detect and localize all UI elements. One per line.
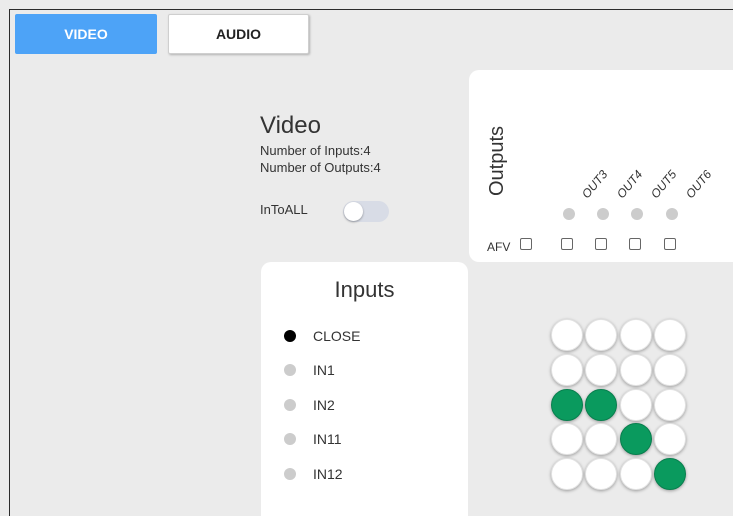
crosspoint-button[interactable] [620, 389, 652, 421]
crosspoint-button[interactable] [654, 423, 686, 455]
inputs-label: Inputs [334, 277, 395, 302]
intoall-toggle[interactable] [343, 201, 389, 222]
input-radio-dot [284, 330, 296, 342]
crosspoint-button[interactable] [551, 319, 583, 351]
input-label: IN2 [313, 397, 335, 413]
input-item-close[interactable]: CLOSE [284, 328, 360, 344]
crosspoint-button[interactable] [620, 423, 652, 455]
afv-label: AFV [487, 240, 511, 254]
afv-checkbox-out6[interactable] [664, 238, 676, 250]
crosspoint-button[interactable] [551, 389, 583, 421]
number-of-outputs-text: Number of Outputs:4 [260, 160, 381, 175]
crosspoint-button[interactable] [585, 354, 617, 386]
tab-audio[interactable]: AUDIO [168, 14, 309, 54]
afv-checkbox-out4[interactable] [595, 238, 607, 250]
input-label: IN12 [313, 466, 343, 482]
crosspoint-button[interactable] [654, 354, 686, 386]
afv-checkbox-out5[interactable] [629, 238, 641, 250]
crosspoint-button[interactable] [551, 354, 583, 386]
crosspoint-button[interactable] [620, 458, 652, 490]
crosspoint-button[interactable] [620, 319, 652, 351]
toggle-knob [344, 202, 363, 221]
output-status-dot [631, 208, 643, 220]
input-item-in11[interactable]: IN11 [284, 431, 342, 447]
number-of-inputs-text: Number of Inputs:4 [260, 143, 371, 158]
crosspoint-button[interactable] [654, 319, 686, 351]
input-label: CLOSE [313, 328, 361, 344]
input-item-in2[interactable]: IN2 [284, 397, 335, 413]
crosspoint-button[interactable] [585, 423, 617, 455]
output-status-dot [666, 208, 678, 220]
input-radio-dot [284, 364, 296, 376]
crosspoint-button[interactable] [654, 458, 686, 490]
output-status-dot [563, 208, 575, 220]
afv-all-checkbox[interactable] [520, 238, 532, 250]
input-label: IN1 [313, 362, 335, 378]
intoall-label: InToALL [260, 202, 308, 217]
input-radio-dot [284, 433, 296, 445]
input-item-in1[interactable]: IN1 [284, 362, 335, 378]
input-radio-dot [284, 399, 296, 411]
input-item-in12[interactable]: IN12 [284, 466, 343, 482]
crosspoint-button[interactable] [620, 354, 652, 386]
section-title: Video [260, 112, 321, 139]
tab-video[interactable]: VIDEO [15, 14, 157, 54]
crosspoint-button[interactable] [551, 423, 583, 455]
frame-left-border [9, 9, 10, 516]
crosspoint-button[interactable] [585, 319, 617, 351]
crosspoint-button[interactable] [585, 389, 617, 421]
crosspoint-button[interactable] [585, 458, 617, 490]
input-radio-dot [284, 468, 296, 480]
crosspoint-button[interactable] [551, 458, 583, 490]
crosspoint-button[interactable] [654, 389, 686, 421]
frame-top-border [9, 9, 733, 10]
afv-checkbox-out3[interactable] [561, 238, 573, 250]
output-status-dot [597, 208, 609, 220]
input-label: IN11 [313, 431, 342, 447]
outputs-label: Outputs [486, 125, 508, 196]
